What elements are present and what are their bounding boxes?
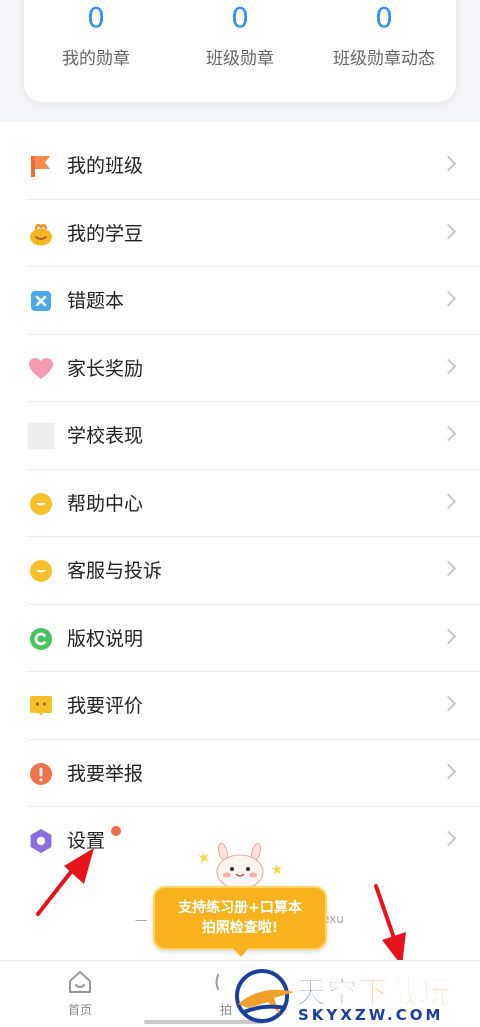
settings-icon bbox=[28, 828, 54, 854]
menu-item-label: 版权说明 bbox=[67, 627, 144, 650]
menu-item-label: 错题本 bbox=[67, 290, 125, 312]
menu-item-report[interactable]: 我要举报 bbox=[0, 740, 480, 808]
watermark-en: SKYXZW.COM bbox=[298, 1006, 444, 1024]
chevron-right-icon bbox=[440, 493, 457, 509]
menu-item-label: 我要评价 bbox=[67, 695, 144, 717]
bean-icon bbox=[28, 221, 54, 247]
footer-text-left: 一 bbox=[135, 914, 148, 928]
menu-item-service-complaint[interactable]: 客服与投诉 bbox=[0, 537, 480, 605]
menu-item-my-class[interactable]: 我的班级 bbox=[0, 132, 480, 200]
menu-item-school-performance[interactable]: 学校表现 bbox=[0, 402, 480, 470]
stat-label: 班级勋章动态 bbox=[333, 49, 435, 69]
tab-home[interactable]: 首页 bbox=[50, 969, 110, 1018]
tab-label: 首页 bbox=[67, 1003, 92, 1017]
school-icon bbox=[28, 423, 54, 449]
chevron-right-icon bbox=[440, 560, 457, 577]
promo-bubble[interactable]: 支持练习册+口算本 拍照检查啦! bbox=[153, 886, 327, 957]
chevron-right-icon bbox=[440, 358, 457, 374]
menu-item-label: 帮助中心 bbox=[67, 492, 144, 515]
chevron-right-icon bbox=[440, 223, 457, 239]
copyright-icon bbox=[28, 626, 54, 652]
home-icon bbox=[69, 971, 91, 993]
chevron-right-icon bbox=[440, 425, 457, 442]
menu-item-label: 我的学豆 bbox=[67, 222, 144, 245]
menu-item-label: 学校表现 bbox=[67, 425, 144, 447]
menu-item-review[interactable]: 我要评价 bbox=[0, 672, 480, 740]
menu-item-copyright[interactable]: 版权说明 bbox=[0, 605, 480, 673]
medal-stats-card: 0 我的勋章 0 班级勋章 0 班级勋章动态 bbox=[24, 0, 456, 102]
stat-class-medals[interactable]: 0 班级勋章 bbox=[168, 0, 312, 72]
stat-value: 0 bbox=[87, 1, 105, 34]
heart-icon bbox=[28, 356, 54, 382]
promo-line-1: 支持练习册+口算本 bbox=[178, 900, 302, 916]
stat-class-medal-feed[interactable]: 0 班级勋章动态 bbox=[312, 0, 456, 72]
menu-item-settings[interactable]: 设置 bbox=[0, 807, 480, 875]
chevron-right-icon bbox=[440, 830, 457, 847]
menu-item-label: 家长奖励 bbox=[67, 357, 144, 380]
chevron-right-icon bbox=[440, 695, 457, 712]
report-icon bbox=[28, 761, 54, 787]
menu-item-label: 我的班级 bbox=[67, 155, 144, 177]
menu-item-wrong-notebook[interactable]: 错题本 bbox=[0, 267, 480, 335]
help-icon bbox=[28, 491, 54, 517]
stat-label: 我的勋章 bbox=[62, 49, 130, 69]
menu-item-label: 我要举报 bbox=[67, 762, 144, 785]
stat-value: 0 bbox=[231, 1, 249, 34]
annotation-arrow-icon bbox=[374, 884, 406, 966]
notification-dot bbox=[111, 826, 121, 836]
menu-item-my-beans[interactable]: 我的学豆 bbox=[0, 200, 480, 268]
promo-line-2: 拍照检查啦! bbox=[201, 920, 279, 936]
stat-my-medals[interactable]: 0 我的勋章 bbox=[24, 0, 168, 72]
menu-item-label: 客服与投诉 bbox=[67, 560, 163, 582]
service-icon bbox=[28, 558, 54, 584]
stat-value: 0 bbox=[375, 1, 393, 34]
watermark: 天空下载玩 SKYXZW.COM bbox=[232, 966, 480, 1026]
watermark-logo-icon bbox=[235, 969, 294, 1023]
wrong-notebook-icon bbox=[28, 288, 54, 314]
settings-menu-list: 我的班级 我的学豆 错题本 家长奖励 学校表现 帮助中心 客服与投诉 版权说明 … bbox=[0, 132, 480, 875]
promo-tail bbox=[233, 948, 249, 957]
chevron-right-icon bbox=[440, 155, 457, 172]
review-icon bbox=[28, 693, 54, 719]
chevron-right-icon bbox=[440, 290, 457, 307]
stat-label: 班级勋章 bbox=[206, 49, 274, 69]
chevron-right-icon bbox=[440, 628, 457, 644]
menu-item-label: 设置 bbox=[67, 830, 106, 852]
menu-item-parent-reward[interactable]: 家长奖励 bbox=[0, 335, 480, 403]
chevron-right-icon bbox=[440, 763, 457, 779]
flag-icon bbox=[28, 153, 54, 179]
menu-item-help-center[interactable]: 帮助中心 bbox=[0, 470, 480, 538]
